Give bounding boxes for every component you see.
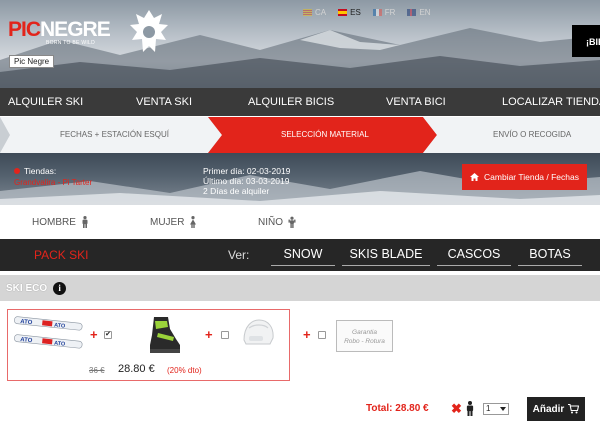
gender-mujer[interactable]: MUJER <box>150 205 197 239</box>
helmet-checkbox[interactable] <box>318 331 326 339</box>
step-seleccion-material: SELECCIÓN MATERIAL <box>281 130 369 139</box>
change-store-label: Cambiar Tienda / Fechas <box>484 172 579 182</box>
ski-boot-image <box>150 317 180 353</box>
lang-fr[interactable]: FR <box>372 8 396 17</box>
add-to-cart-label: Añadir <box>532 403 565 415</box>
first-day: Primer día: 02-03-2019 <box>203 166 291 176</box>
rental-dates: Primer día: 02-03-2019 Último día: 03-03… <box>203 166 290 196</box>
language-selector: CA ES FR EN <box>303 8 431 17</box>
gender-mujer-label: MUJER <box>150 216 185 228</box>
quantity-select[interactable]: 1 <box>483 403 509 415</box>
plus-icon: + <box>205 327 213 342</box>
quantity-value: 1 <box>486 404 491 413</box>
section-header: SKI ECO i <box>0 275 600 301</box>
price: 28.80 € <box>118 363 155 375</box>
times-icon: ✖ <box>451 401 462 416</box>
section-title: SKI ECO <box>6 282 48 294</box>
add-to-cart-button[interactable]: Añadir <box>527 397 585 421</box>
helmet-image <box>243 319 274 345</box>
spanish-flag-icon <box>338 9 348 16</box>
person-icon <box>466 401 474 416</box>
gender-hombre[interactable]: HOMBRE <box>32 205 89 239</box>
stores-label-text: Tiendas: <box>24 166 57 176</box>
last-day: Último día: 03-03-2019 <box>203 176 290 186</box>
discount-badge: (20% dto) <box>167 366 202 375</box>
plus-icon: + <box>90 327 98 342</box>
man-icon <box>82 216 88 228</box>
catalan-flag-icon <box>303 9 312 16</box>
lang-ca-label: CA <box>315 8 327 17</box>
garantia-subtitle: Robo - Rotura <box>344 338 385 345</box>
gender-hombre-label: HOMBRE <box>32 216 76 228</box>
logo-pic-text: PIC <box>8 18 41 41</box>
change-store-button[interactable]: Cambiar Tienda / Fechas <box>462 164 587 190</box>
store-name: Grandvalira - Pi Tarter <box>14 178 93 187</box>
garantia-title: Garantia <box>352 329 377 336</box>
nav-alquiler-ski[interactable]: ALQUILER SKI <box>8 88 83 116</box>
stores-label: Tiendas: <box>14 166 56 176</box>
nav-localizar-tiendas[interactable]: LOCALIZAR TIENDAS <box>502 88 600 116</box>
site-logo[interactable]: PIC NEGRE BORN TO BE WILD <box>8 18 111 46</box>
logo-negre-text: NEGRE <box>40 18 111 41</box>
logo-tagline: BORN TO BE WILD <box>46 40 96 46</box>
uk-flag-icon <box>407 9 417 16</box>
svg-text:ATO: ATO <box>20 319 33 326</box>
gender-nino[interactable]: NIÑO <box>258 205 296 239</box>
corner-promo-button[interactable]: ¡BIE <box>572 25 600 57</box>
lang-es-label: ES <box>350 8 361 17</box>
location-dot-icon <box>14 168 20 174</box>
old-price: 36 € <box>89 366 105 375</box>
info-icon[interactable]: i <box>53 281 67 295</box>
svg-text:ATO: ATO <box>54 341 66 348</box>
step-envio: ENVÍO O RECOGIDA <box>493 130 572 139</box>
home-icon <box>470 173 480 181</box>
category-botas[interactable]: BOTAS <box>518 244 582 266</box>
rental-days: 2 Días de alquiler <box>203 186 270 196</box>
cart-icon <box>568 404 580 414</box>
logo-tooltip: Pic Negre <box>9 55 55 68</box>
woman-icon <box>190 216 197 228</box>
skis-image: ATO ATO ATO ATO <box>14 316 83 349</box>
category-cascos[interactable]: CASCOS <box>437 244 511 266</box>
total-price: Total: 28.80 € <box>366 403 429 414</box>
nav-venta-ski[interactable]: VENTA SKI <box>136 88 192 116</box>
page: PIC NEGRE BORN TO BE WILD Pic Negre CA E… <box>0 0 600 432</box>
lang-fr-label: FR <box>384 8 396 17</box>
lang-en[interactable]: EN <box>407 8 431 17</box>
lang-es[interactable]: ES <box>338 8 361 17</box>
step-fechas[interactable]: FECHAS + ESTACIÓN ESQUÍ <box>60 117 169 153</box>
french-flag-icon <box>372 9 382 16</box>
svg-text:ATO: ATO <box>54 323 66 330</box>
lang-ca[interactable]: CA <box>303 8 326 17</box>
ver-label: Ver: <box>228 248 250 262</box>
checkout-steps: FECHAS + ESTACIÓN ESQUÍ SELECCIÓN MATERI… <box>0 117 600 153</box>
gender-filter: HOMBRE MUJER NIÑO <box>0 205 600 239</box>
child-icon <box>288 216 296 228</box>
svg-text:ATO: ATO <box>20 337 33 344</box>
category-skis-blade[interactable]: SKIS BLADE <box>342 244 430 266</box>
plus-icon: + <box>303 327 311 342</box>
gender-nino-label: NIÑO <box>258 216 283 228</box>
warrior-head-logo-icon <box>130 10 168 52</box>
site-header: PIC NEGRE BORN TO BE WILD Pic Negre CA E… <box>0 0 600 88</box>
garantia-insurance-card[interactable]: Garantia Robo - Rotura <box>336 320 393 352</box>
nav-alquiler-bicis[interactable]: ALQUILER BICIS <box>248 88 334 116</box>
boots-checkbox[interactable] <box>221 331 229 339</box>
category-bar: PACK SKI Ver: SNOW SKIS BLADE CASCOS BOT… <box>0 239 600 271</box>
skis-checkbox[interactable]: ✔ <box>104 331 112 339</box>
chevron-down-icon <box>500 407 506 411</box>
pack-ski-tab[interactable]: PACK SKI <box>34 239 88 271</box>
lang-en-label: EN <box>419 8 431 17</box>
main-nav: ALQUILER SKI VENTA SKI ALQUILER BICIS VE… <box>0 88 600 116</box>
category-snow[interactable]: SNOW <box>271 244 335 266</box>
nav-venta-bici[interactable]: VENTA BICI <box>386 88 446 116</box>
